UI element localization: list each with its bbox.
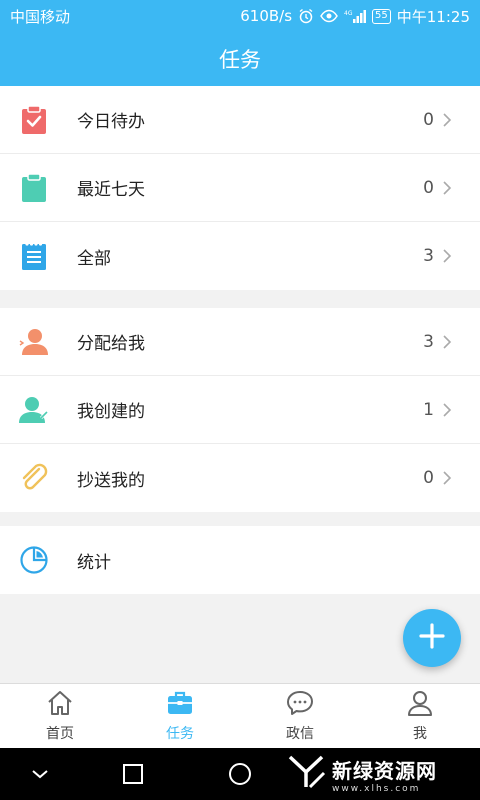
watermark-text-block: 新绿资源网 www.xlhs.com xyxy=(332,755,437,794)
tab-government-messages[interactable]: 政信 xyxy=(240,684,360,748)
chat-bubble-icon xyxy=(286,690,314,720)
back-chevron-icon[interactable] xyxy=(30,764,50,784)
row-count: 1 xyxy=(423,399,434,420)
home-icon xyxy=(46,690,74,720)
statistics-group: 统计 xyxy=(0,526,480,594)
row-label: 今日待办 xyxy=(77,112,145,132)
alarm-icon xyxy=(298,8,314,24)
tab-label: 首页 xyxy=(46,725,74,742)
home-circle-icon[interactable] xyxy=(228,762,252,786)
chevron-right-icon xyxy=(442,180,454,196)
row-assigned-to-me[interactable]: 分配给我 3 xyxy=(0,308,480,376)
signal-icon: 4G xyxy=(344,8,367,24)
tab-me[interactable]: 我 xyxy=(360,684,480,748)
watermark-url: www.xlhs.com xyxy=(332,783,421,794)
clipboard-check-icon xyxy=(16,102,52,138)
tab-label: 政信 xyxy=(286,725,314,742)
chevron-right-icon xyxy=(442,334,454,350)
tab-tasks[interactable]: 任务 xyxy=(120,684,240,748)
row-label: 我创建的 xyxy=(77,402,145,422)
status-bar: 中国移动 610B/s 4G 55 中午11:25 xyxy=(0,0,480,32)
user-assigned-icon xyxy=(16,324,52,360)
chevron-right-icon xyxy=(442,112,454,128)
notepad-icon xyxy=(16,238,52,274)
row-count: 0 xyxy=(423,468,434,488)
row-label: 分配给我 xyxy=(77,334,145,354)
row-statistics[interactable]: 统计 xyxy=(0,526,480,594)
chevron-right-icon xyxy=(442,402,454,418)
battery-indicator: 55 xyxy=(372,8,391,24)
pie-chart-icon xyxy=(16,542,52,578)
plus-icon xyxy=(419,623,445,653)
row-label: 抄送我的 xyxy=(77,470,145,491)
clipboard-icon xyxy=(16,170,52,206)
user-created-icon xyxy=(16,392,52,428)
app-bar: 任务 xyxy=(0,32,480,86)
eye-icon xyxy=(320,9,338,23)
chevron-right-icon xyxy=(442,248,454,264)
row-count: 3 xyxy=(423,246,434,266)
task-filter-group: 今日待办 0 最近七天 0 全部 3 xyxy=(0,86,480,290)
watermark: 新绿资源网 www.xlhs.com xyxy=(288,748,437,800)
task-relation-group: 分配给我 3 我创建的 1 抄送我的 0 xyxy=(0,308,480,512)
recent-apps-icon[interactable] xyxy=(122,763,144,785)
tab-label: 任务 xyxy=(166,725,194,742)
briefcase-icon xyxy=(166,690,194,720)
row-all[interactable]: 全部 3 xyxy=(0,222,480,290)
tab-home[interactable]: 首页 xyxy=(0,684,120,748)
bottom-tab-bar: 首页 任务 政信 我 xyxy=(0,683,480,748)
svg-text:4G: 4G xyxy=(344,10,353,17)
add-task-button[interactable] xyxy=(403,609,461,667)
row-count: 0 xyxy=(423,109,434,130)
chevron-right-icon xyxy=(442,470,454,486)
paperclip-icon xyxy=(16,460,52,496)
carrier-label: 中国移动 xyxy=(10,7,71,26)
row-count: 3 xyxy=(423,331,434,352)
row-cc-me[interactable]: 抄送我的 0 xyxy=(0,444,480,512)
person-icon xyxy=(406,690,434,720)
tab-label: 我 xyxy=(413,725,427,742)
clock: 中午11:25 xyxy=(396,7,470,26)
network-speed: 610B/s xyxy=(240,7,293,25)
page-title: 任务 xyxy=(219,48,261,72)
row-label: 全部 xyxy=(77,248,111,269)
row-created-by-me[interactable]: 我创建的 1 xyxy=(0,376,480,444)
row-label: 最近七天 xyxy=(77,180,145,200)
row-count: 0 xyxy=(423,177,434,198)
watermark-logo-icon xyxy=(288,755,326,793)
row-last-seven-days[interactable]: 最近七天 0 xyxy=(0,154,480,222)
status-bar-right: 610B/s 4G 55 中午11:25 xyxy=(240,6,470,27)
watermark-title: 新绿资源网 xyxy=(332,758,437,783)
row-today-todo[interactable]: 今日待办 0 xyxy=(0,86,480,154)
row-label: 统计 xyxy=(77,552,111,573)
